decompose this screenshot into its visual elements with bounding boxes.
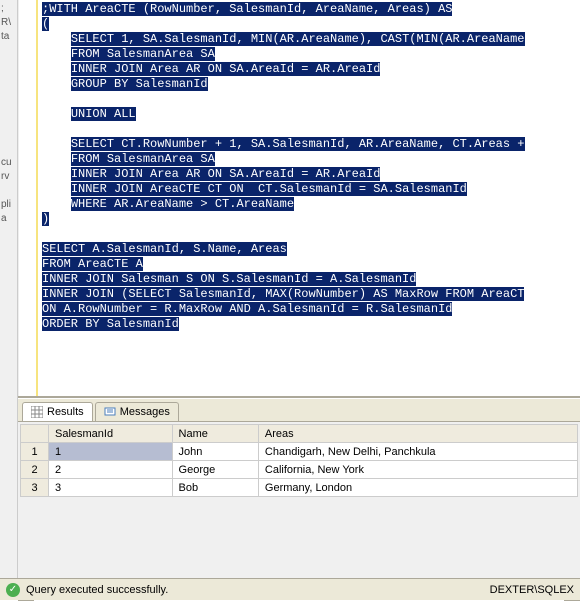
grid-cell[interactable]: George (172, 461, 258, 479)
object-explorer-fragment: ;R\ta curv plia (0, 0, 18, 600)
explorer-fragment (0, 184, 17, 198)
grid-cell[interactable]: Bob (172, 479, 258, 497)
status-server: DEXTER\SQLEX (490, 584, 574, 596)
sql-line[interactable] (42, 227, 580, 242)
sql-line[interactable] (42, 92, 580, 107)
sql-line[interactable] (42, 122, 580, 137)
explorer-fragment (0, 58, 17, 72)
grid-cell[interactable]: 2 (49, 461, 173, 479)
results-grid[interactable]: SalesmanId Name Areas 11JohnChandigarh, … (20, 424, 578, 497)
grid-cell[interactable]: California, New York (258, 461, 577, 479)
sql-editor[interactable]: ;WITH AreaCTE (RowNumber, SalesmanId, Ar… (38, 0, 580, 396)
row-number[interactable]: 3 (21, 479, 49, 497)
sql-line[interactable]: INNER JOIN Salesman S ON S.SalesmanId = … (42, 272, 580, 287)
col-header[interactable]: SalesmanId (49, 425, 173, 443)
results-panel: Results Messages SalesmanId Name Areas (18, 398, 580, 600)
sql-line[interactable]: FROM SalesmanArea SA (42, 47, 580, 62)
sql-line[interactable]: INNER JOIN (SELECT SalesmanId, MAX(RowNu… (42, 287, 580, 302)
sql-line[interactable]: ;WITH AreaCTE (RowNumber, SalesmanId, Ar… (42, 2, 580, 17)
explorer-fragment (0, 142, 17, 156)
explorer-fragment (0, 44, 17, 58)
explorer-fragment: cu (0, 156, 17, 170)
grid-corner[interactable] (21, 425, 49, 443)
sql-line[interactable]: ) (42, 212, 580, 227)
tab-results[interactable]: Results (22, 402, 93, 421)
sql-line[interactable]: WHERE AR.AreaName > CT.AreaName (42, 197, 580, 212)
status-message: Query executed successfully. (26, 584, 168, 596)
grid-cell[interactable]: 3 (49, 479, 173, 497)
grid-cell[interactable]: Germany, London (258, 479, 577, 497)
explorer-fragment: ta (0, 30, 17, 44)
explorer-fragment: ; (0, 2, 17, 16)
sql-line[interactable]: SELECT A.SalesmanId, S.Name, Areas (42, 242, 580, 257)
grid-icon (31, 406, 43, 418)
explorer-fragment (0, 114, 17, 128)
explorer-fragment (0, 128, 17, 142)
message-icon (104, 406, 116, 418)
sql-line[interactable]: INNER JOIN Area AR ON SA.AreaId = AR.Are… (42, 167, 580, 182)
editor-margin (18, 0, 38, 396)
row-number[interactable]: 2 (21, 461, 49, 479)
explorer-fragment: R\ (0, 16, 17, 30)
grid-cell[interactable]: 1 (49, 443, 173, 461)
grid-cell[interactable]: Chandigarh, New Delhi, Panchkula (258, 443, 577, 461)
sql-line[interactable]: ORDER BY SalesmanId (42, 317, 580, 332)
sql-line[interactable]: INNER JOIN Area AR ON SA.AreaId = AR.Are… (42, 62, 580, 77)
tab-messages-label: Messages (120, 406, 170, 418)
results-tabs: Results Messages (18, 399, 580, 422)
sql-line[interactable]: FROM SalesmanArea SA (42, 152, 580, 167)
sql-line[interactable]: FROM AreaCTE A (42, 257, 580, 272)
sql-line[interactable]: GROUP BY SalesmanId (42, 77, 580, 92)
explorer-fragment (0, 72, 17, 86)
sql-line[interactable]: UNION ALL (42, 107, 580, 122)
sql-line[interactable]: ( (42, 17, 580, 32)
col-header[interactable]: Name (172, 425, 258, 443)
success-icon: ✓ (6, 583, 20, 597)
table-row[interactable]: 33BobGermany, London (21, 479, 578, 497)
explorer-fragment (0, 100, 17, 114)
table-row[interactable]: 22GeorgeCalifornia, New York (21, 461, 578, 479)
explorer-fragment (0, 86, 17, 100)
col-header[interactable]: Areas (258, 425, 577, 443)
status-bar: ✓ Query executed successfully. DEXTER\SQ… (0, 578, 580, 600)
sql-line[interactable]: INNER JOIN AreaCTE CT ON CT.SalesmanId =… (42, 182, 580, 197)
grid-cell[interactable]: John (172, 443, 258, 461)
tab-messages[interactable]: Messages (95, 402, 179, 421)
tab-results-label: Results (47, 406, 84, 418)
sql-editor-pane: ;WITH AreaCTE (RowNumber, SalesmanId, Ar… (18, 0, 580, 398)
explorer-fragment: a (0, 212, 17, 226)
explorer-fragment: rv (0, 170, 17, 184)
explorer-fragment: pli (0, 198, 17, 212)
sql-line[interactable]: SELECT CT.RowNumber + 1, SA.SalesmanId, … (42, 137, 580, 152)
sql-line[interactable]: SELECT 1, SA.SalesmanId, MIN(AR.AreaName… (42, 32, 580, 47)
sql-line[interactable]: ON A.RowNumber = R.MaxRow AND A.Salesman… (42, 302, 580, 317)
row-number[interactable]: 1 (21, 443, 49, 461)
table-row[interactable]: 11JohnChandigarh, New Delhi, Panchkula (21, 443, 578, 461)
